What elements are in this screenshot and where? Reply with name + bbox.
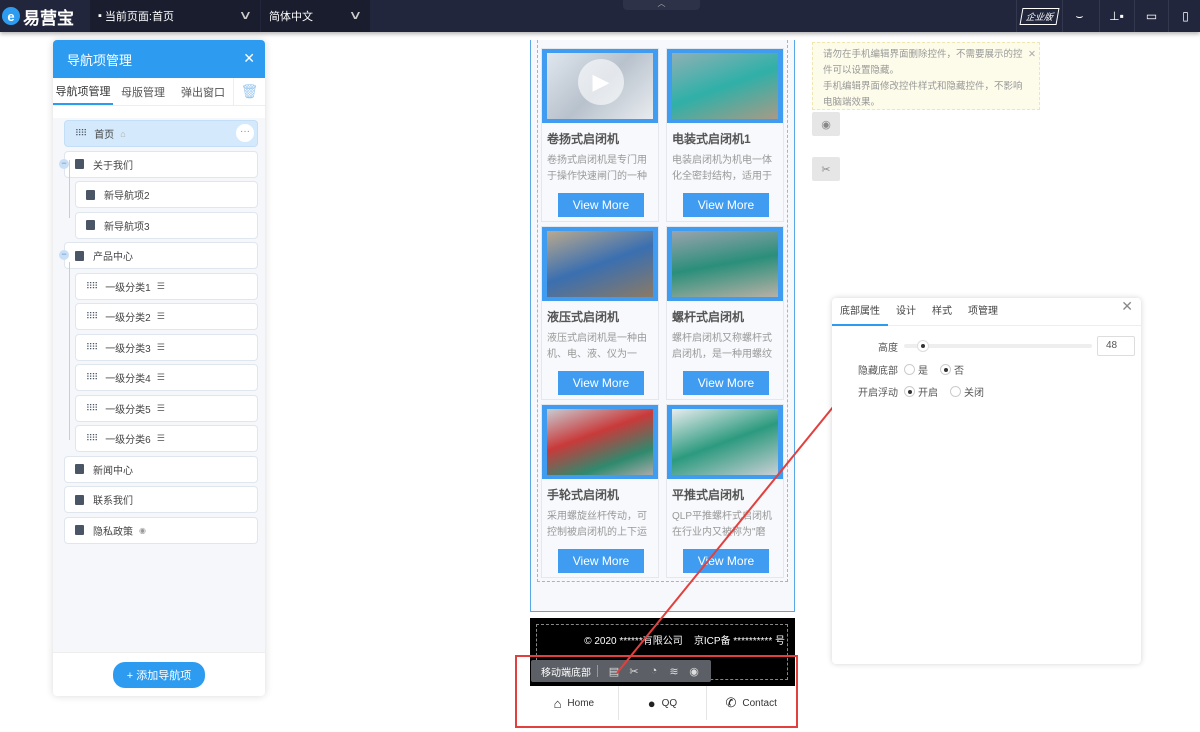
radio-label: 关闭: [964, 388, 984, 399]
footer-properties-panel: 底部属性 设计 样式 项管理 ✕ 高度 48 隐藏底部 是 否 开启浮动 开启 …: [832, 298, 1141, 664]
close-icon[interactable]: ✕: [1028, 47, 1036, 63]
radio-label: 是: [918, 366, 928, 377]
float-off-radio[interactable]: 关闭: [950, 384, 984, 399]
radio-label: 开启: [918, 388, 938, 399]
height-label: 高度: [878, 342, 898, 354]
unlink-icon[interactable]: ✂: [812, 157, 840, 181]
hide-footer-label: 隐藏底部: [858, 366, 898, 377]
tab-style[interactable]: 样式: [924, 298, 960, 326]
float-on-radio[interactable]: 开启: [904, 384, 938, 399]
close-icon[interactable]: ✕: [1121, 298, 1133, 315]
tip-text-2: 手机编辑界面修改控件样式和隐藏控件，不影响电脑端效果。: [823, 81, 1023, 108]
radio-label: 否: [954, 366, 964, 377]
float-label: 开启浮动: [858, 388, 898, 399]
tab-design[interactable]: 设计: [888, 298, 924, 326]
tip-text-1: 请勿在手机编辑界面删除控件，不需要展示的控件可以设置隐藏。: [823, 49, 1023, 76]
tab-items[interactable]: 项管理: [960, 298, 1006, 326]
hide-yes-radio[interactable]: 是: [904, 362, 928, 377]
slider-knob[interactable]: [916, 340, 929, 352]
tip-box: 请勿在手机编辑界面删除控件，不需要展示的控件可以设置隐藏。 手机编辑界面修改控件样…: [812, 42, 1040, 110]
tab-footer-props[interactable]: 底部属性: [832, 298, 888, 326]
height-input[interactable]: 48: [1097, 336, 1135, 356]
height-slider[interactable]: [904, 340, 1092, 352]
hide-no-radio[interactable]: 否: [940, 362, 964, 377]
eye-icon[interactable]: ◉: [812, 112, 840, 136]
